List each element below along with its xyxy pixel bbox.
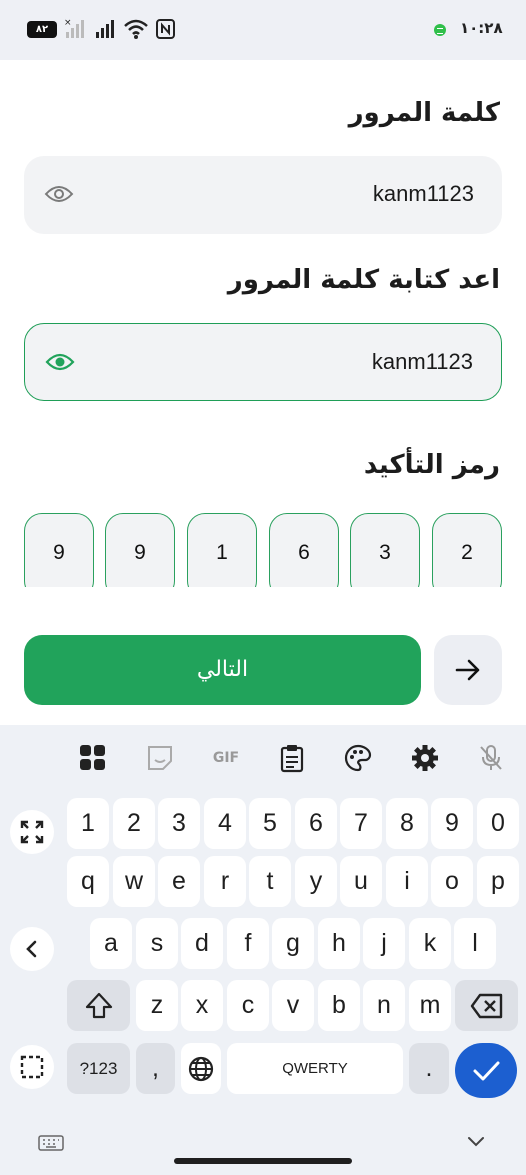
key-2[interactable]: 2 [113,798,155,849]
move-cursor-left-button[interactable] [10,927,54,971]
key-x[interactable]: x [181,980,223,1031]
key-f[interactable]: f [227,918,269,969]
clock: ١٠:٢٨ [460,19,503,37]
password-field[interactable]: kanm1123 [24,156,502,234]
key-p[interactable]: p [477,856,519,907]
forward-arrow-button[interactable] [434,635,502,705]
period-key[interactable]: . [409,1043,449,1094]
key-4[interactable]: 4 [204,798,246,849]
clipboard-icon[interactable] [277,743,307,773]
svg-text:×: × [64,18,72,28]
nfc-icon [156,19,175,39]
key-b[interactable]: b [318,980,360,1031]
arrow-right-icon [455,659,480,681]
key-w[interactable]: w [113,856,155,907]
mic-off-icon[interactable] [476,743,506,773]
settings-gear-icon[interactable] [410,743,440,773]
code-digit-box-5[interactable]: 9 [105,513,175,587]
confirm-password-label: اعد كتابة كلمة المرور [227,265,500,295]
key-d[interactable]: d [181,918,223,969]
status-bar: ٨٢ × ١٠:٢٨ [0,0,526,60]
code-digit: 9 [134,541,146,564]
key-8[interactable]: 8 [386,798,428,849]
key-3[interactable]: 3 [158,798,200,849]
language-key[interactable] [181,1043,221,1094]
key-6[interactable]: 6 [295,798,337,849]
expand-icon [20,820,44,844]
code-digit-box-3[interactable]: 6 [269,513,339,587]
key-z[interactable]: z [136,980,178,1031]
code-digit-box-2[interactable]: 3 [350,513,420,587]
wifi-icon [124,19,148,39]
code-digit-box-6[interactable]: 9 [24,513,94,587]
code-digit: 6 [298,541,310,564]
key-m[interactable]: m [409,980,451,1031]
password-label: كلمة المرور [348,98,500,128]
verification-code-row: 2 3 6 1 9 9 [24,513,502,587]
key-t[interactable]: t [249,856,291,907]
keyboard-switcher-icon[interactable] [38,1135,64,1151]
signal-sim2-icon [96,20,114,38]
key-i[interactable]: i [386,856,428,907]
key-h[interactable]: h [318,918,360,969]
globe-icon [188,1056,214,1082]
code-digit: 9 [53,541,65,564]
key-n[interactable]: n [363,980,405,1031]
text-selection-button[interactable] [10,1045,54,1089]
key-5[interactable]: 5 [249,798,291,849]
next-button[interactable]: التالي [24,635,421,705]
key-a[interactable]: a [90,918,132,969]
key-s[interactable]: s [136,918,178,969]
key-r[interactable]: r [204,856,246,907]
key-9[interactable]: 9 [431,798,473,849]
show-password-eye-icon[interactable] [44,182,74,206]
signal-sim1-icon: × [64,18,84,38]
apps-grid-icon[interactable] [78,743,108,773]
space-bar[interactable]: QWERTY [227,1043,403,1094]
key-0[interactable]: 0 [477,798,519,849]
confirm-password-field[interactable]: kanm1123 [24,323,502,401]
key-v[interactable]: v [272,980,314,1031]
battery-icon: ٨٢ [27,21,57,38]
key-l[interactable]: l [454,918,496,969]
key-y[interactable]: y [295,856,337,907]
resize-keyboard-button[interactable] [10,810,54,854]
shift-key[interactable] [67,980,130,1031]
key-e[interactable]: e [158,856,200,907]
keyboard: GIF 1 2 3 4 5 6 7 8 9 0 q w e r t y u i … [0,725,526,1175]
sticker-icon[interactable] [145,743,175,773]
confirm-password-value: kanm1123 [371,349,473,374]
verification-code-label: رمز التأكيد [363,450,500,480]
key-u[interactable]: u [340,856,382,907]
navigation-handle[interactable] [174,1158,352,1164]
key-c[interactable]: c [227,980,269,1031]
select-area-icon [20,1055,44,1079]
key-j[interactable]: j [363,918,405,969]
chevron-left-icon [26,940,37,958]
enter-key[interactable] [455,1043,517,1098]
password-value: kanm1123 [372,181,474,206]
key-k[interactable]: k [409,918,451,969]
symbols-key[interactable]: ?123 [67,1043,130,1094]
key-7[interactable]: 7 [340,798,382,849]
show-confirm-password-eye-icon[interactable] [45,350,75,374]
gif-icon[interactable]: GIF [208,743,244,773]
checkmark-icon [473,1061,500,1081]
backspace-key[interactable] [455,980,518,1031]
key-o[interactable]: o [431,856,473,907]
code-digit-box-1[interactable]: 2 [432,513,502,587]
shift-arrow-icon [85,992,112,1019]
call-active-icon [434,24,446,36]
code-digit-box-4[interactable]: 1 [187,513,257,587]
hide-keyboard-chevron-icon[interactable] [466,1135,486,1149]
code-digit: 3 [379,541,391,564]
key-g[interactable]: g [272,918,314,969]
key-1[interactable]: 1 [67,798,109,849]
palette-icon[interactable] [343,743,373,773]
key-q[interactable]: q [67,856,109,907]
backspace-icon [470,993,502,1019]
code-digit: 2 [461,541,473,564]
code-digit: 1 [216,541,228,564]
comma-key[interactable]: , [136,1043,175,1094]
